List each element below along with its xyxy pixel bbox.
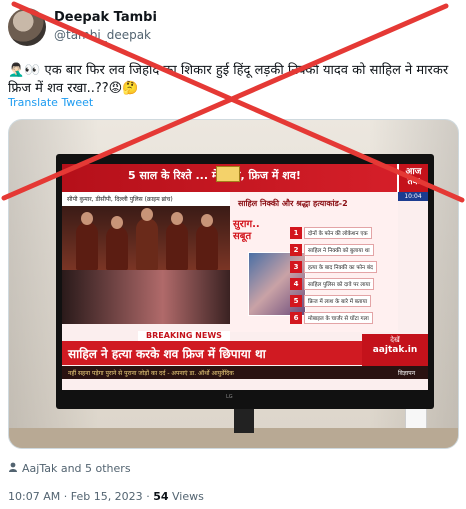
clue-number: 1 <box>290 227 302 239</box>
clues-panel-title: साहिल निक्की और श्रद्धा हत्याकांड-2 <box>238 199 348 208</box>
clue-text: साहिल ने निक्की को बुलाया था <box>304 244 374 256</box>
views-label: Views <box>172 490 204 503</box>
list-item: 2 साहिल ने निक्की को बुलाया था <box>290 243 398 257</box>
envelope-icon <box>216 166 240 182</box>
author-name[interactable]: Deepak Tambi <box>54 10 157 25</box>
liked-by[interactable]: AajTak and 5 others <box>8 462 131 475</box>
tv-stand <box>234 409 254 433</box>
translate-tweet-link[interactable]: Translate Tweet <box>8 96 93 109</box>
news-ticker: नहीं सहना पड़ेगा पुराने से पुराना जोड़ों… <box>62 366 428 379</box>
officer-figure <box>106 216 128 270</box>
list-item: 1 दोनों के फोन की लोकेशन एक <box>290 226 398 240</box>
clue-text: दोनों के फोन की लोकेशन एक <box>304 227 372 239</box>
tweet-meta: 10:07 AM · Feb 15, 2023 · 54 Views <box>8 490 204 503</box>
clue-number: 3 <box>290 261 302 273</box>
breaking-news-label: BREAKING NEWS <box>138 331 230 341</box>
clue-text: फ्रिज में लाश के बारे में बताया <box>304 295 372 307</box>
site-label: aajtak.in <box>372 345 418 355</box>
tweet-date[interactable]: Feb 15, 2023 <box>71 490 143 503</box>
news-headline: 5 साल के रिश्ते ... में हत्या, फ्रिज में… <box>128 169 301 182</box>
clue-number: 6 <box>290 312 302 324</box>
tweet-text: 🤦🏻‍♂️👀 एक बार फिर लव जिहाद का शिकार हुई … <box>8 63 449 96</box>
list-item: 3 हत्या के बाद निक्की का फोन बंद <box>290 260 398 274</box>
list-item: 5 फ्रिज में लाश के बारे में बताया <box>290 294 398 308</box>
views-count: 54 <box>153 490 169 503</box>
person-icon <box>8 462 18 475</box>
watch-label: देखें <box>390 336 400 344</box>
officer-figure <box>196 214 218 270</box>
clue-text: साहिल पुलिस को दावे पर लाया <box>304 278 375 290</box>
clue-number: 2 <box>290 244 302 256</box>
officer-figure <box>136 208 158 270</box>
clues-list: 1 दोनों के फोन की लोकेशन एक 2 साहिल ने निक… <box>290 226 398 328</box>
news-bottom-bar: साहिल ने हत्या करके शव फ्रिज में छिपाया … <box>62 341 362 365</box>
video-caption: सीपी कुमार, डीसीपी, दिल्ली पुलिस (क्राइम… <box>62 192 230 206</box>
officer-figure <box>76 212 98 270</box>
victim-photos <box>62 270 230 324</box>
tweet-time[interactable]: 10:07 AM <box>8 490 60 503</box>
ad-label: विज्ञापन <box>398 370 416 377</box>
list-item: 6 मोबाइल के चार्जर से घोंटा गला <box>290 311 398 325</box>
channel-site-box: देखें aajtak.in <box>362 334 428 366</box>
clue-text: हत्या के बाद निक्की का फोन बंद <box>304 261 377 273</box>
tv-brand: LG <box>226 394 233 400</box>
liked-by-text: AajTak and 5 others <box>22 462 131 475</box>
television: 5 साल के रिश्ते ... में हत्या, फ्रिज में… <box>56 154 434 409</box>
tv-screen: 5 साल के रिश्ते ... में हत्या, फ्रिज में… <box>62 164 428 390</box>
news-time: 10:04 <box>398 192 428 201</box>
clue-number: 5 <box>290 295 302 307</box>
officer-figure <box>166 212 188 270</box>
tweet-media[interactable]: 5 साल के रिश्ते ... में हत्या, फ्रिज में… <box>8 119 459 449</box>
news-headline-bar: 5 साल के रिश्ते ... में हत्या, फ्रिज में… <box>62 164 428 192</box>
clue-text: मोबाइल के चार्जर से घोंटा गला <box>304 312 373 324</box>
meta-separator: · <box>63 490 68 503</box>
press-conference-video <box>62 206 230 270</box>
avatar[interactable] <box>8 8 46 46</box>
author-handle[interactable]: @tambi_deepak <box>54 28 151 42</box>
meta-separator: · <box>146 490 150 503</box>
clues-panel: साहिल निक्की और श्रद्धा हत्याकांड-2 सुरा… <box>230 192 398 332</box>
list-item: 4 साहिल पुलिस को दावे पर लाया <box>290 277 398 291</box>
channel-logo-text: आज तक <box>405 167 422 187</box>
clue-number: 4 <box>290 278 302 290</box>
